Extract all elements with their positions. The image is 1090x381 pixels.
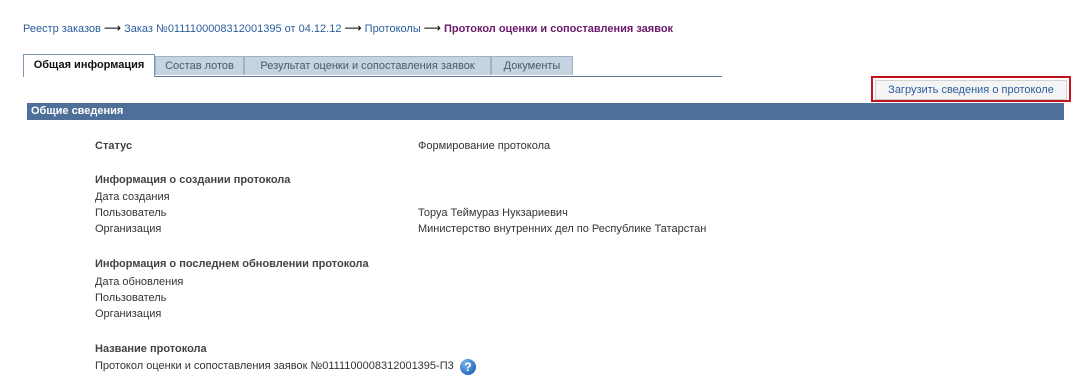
breadcrumb-link-order[interactable]: Заказ №0111100008312001395 от 04.12.12 bbox=[124, 23, 341, 35]
updated-date-label: Дата обновления bbox=[95, 276, 184, 288]
breadcrumb-link-protocols[interactable]: Протоколы bbox=[365, 23, 421, 35]
tab-bar: Общая информация Состав лотов Результат … bbox=[23, 54, 722, 77]
tab-general-info[interactable]: Общая информация bbox=[23, 54, 155, 77]
created-heading: Информация о создании протокола bbox=[95, 174, 291, 186]
updated-user-label: Пользователь bbox=[95, 292, 167, 304]
upload-button-highlight: Загрузить сведения о протоколе bbox=[871, 76, 1071, 102]
protocol-name-value: Протокол оценки и сопоставления заявок №… bbox=[95, 360, 454, 372]
tab-evaluation-results[interactable]: Результат оценки и сопоставления заявок bbox=[244, 56, 491, 75]
status-value: Формирование протокола bbox=[418, 140, 551, 152]
created-date-label: Дата создания bbox=[95, 191, 170, 203]
created-org-label: Организация bbox=[95, 223, 162, 235]
section-header-general: Общие сведения bbox=[27, 103, 1064, 120]
upload-protocol-button[interactable]: Загрузить сведения о протоколе bbox=[875, 80, 1067, 100]
breadcrumb-arrow-icon: ⟶ bbox=[344, 21, 362, 35]
updated-heading: Информация о последнем обновлении проток… bbox=[95, 258, 369, 270]
breadcrumb-arrow-icon: ⟶ bbox=[103, 21, 122, 35]
created-user-label: Пользователь bbox=[95, 207, 167, 219]
updated-org-label: Организация bbox=[95, 308, 162, 320]
tab-documents[interactable]: Документы bbox=[491, 56, 573, 75]
breadcrumb-arrow-icon: ⟶ bbox=[423, 21, 441, 35]
created-user-value: Торуа Теймураз Нукзариевич bbox=[418, 207, 568, 219]
breadcrumb-link-orders-registry[interactable]: Реестр заказов bbox=[23, 23, 101, 35]
status-label: Статус bbox=[95, 140, 133, 152]
breadcrumb: Реестр заказов ⟶ Заказ №011110000831200139… bbox=[23, 21, 673, 35]
created-org-value: Министерство внутренних дел по Республик… bbox=[418, 223, 707, 235]
tab-lots[interactable]: Состав лотов bbox=[155, 56, 244, 75]
help-icon[interactable]: ? bbox=[460, 359, 476, 375]
breadcrumb-current: Протокол оценки и сопоставления заявок bbox=[443, 23, 674, 35]
protocol-name-heading: Название протокола bbox=[95, 343, 207, 355]
